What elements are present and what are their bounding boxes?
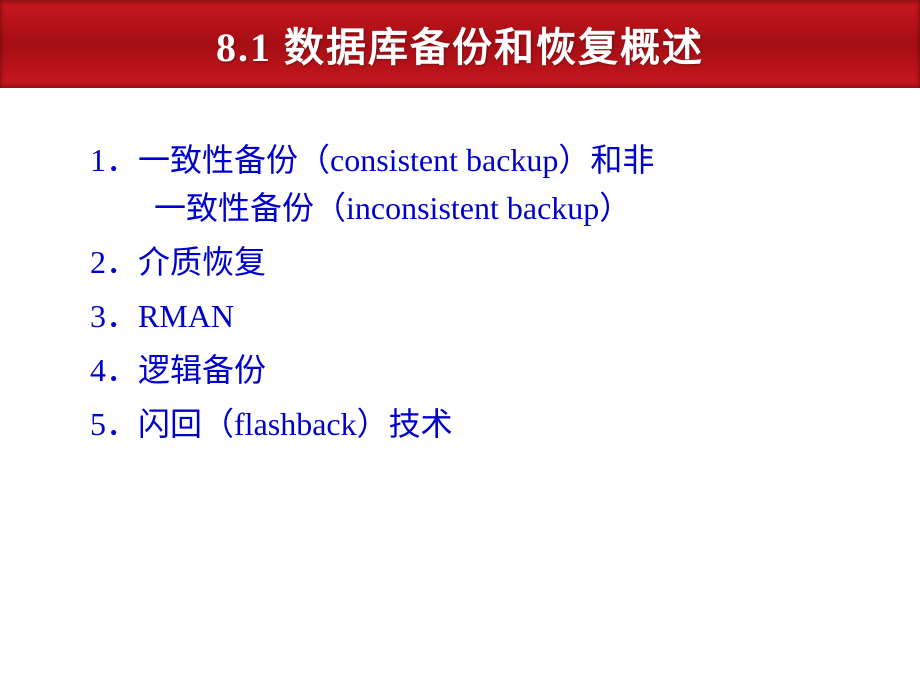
list-item: 1．一致性备份（consistent backup）和非 一致性备份（incon…: [90, 136, 830, 232]
item-continuation: 一致性备份（inconsistent backup）: [90, 184, 830, 232]
slide-title: 8.1 数据库备份和恢复概述: [216, 15, 704, 73]
item-number: 5．: [90, 406, 138, 442]
item-text: 逻辑备份: [138, 352, 266, 388]
topic-list: 1．一致性备份（consistent backup）和非 一致性备份（incon…: [90, 136, 830, 448]
item-text: RMAN: [138, 298, 234, 334]
slide-content: 1．一致性备份（consistent backup）和非 一致性备份（incon…: [0, 88, 920, 690]
item-text: 介质恢复: [138, 244, 266, 280]
list-item: 4．逻辑备份: [90, 346, 830, 394]
slide-container: 8.1 数据库备份和恢复概述 1．一致性备份（consistent backup…: [0, 0, 920, 690]
item-text: 一致性备份（consistent backup）和非: [138, 142, 654, 178]
list-item: 3．RMAN: [90, 292, 830, 340]
item-number: 3．: [90, 298, 138, 334]
list-item: 5．闪回（flashback）技术: [90, 400, 830, 448]
item-number: 4．: [90, 352, 138, 388]
list-item: 2．介质恢复: [90, 238, 830, 286]
item-number: 1．: [90, 142, 138, 178]
slide-header: 8.1 数据库备份和恢复概述: [0, 0, 920, 88]
item-text: 闪回（flashback）技术: [138, 406, 453, 442]
item-number: 2．: [90, 244, 138, 280]
